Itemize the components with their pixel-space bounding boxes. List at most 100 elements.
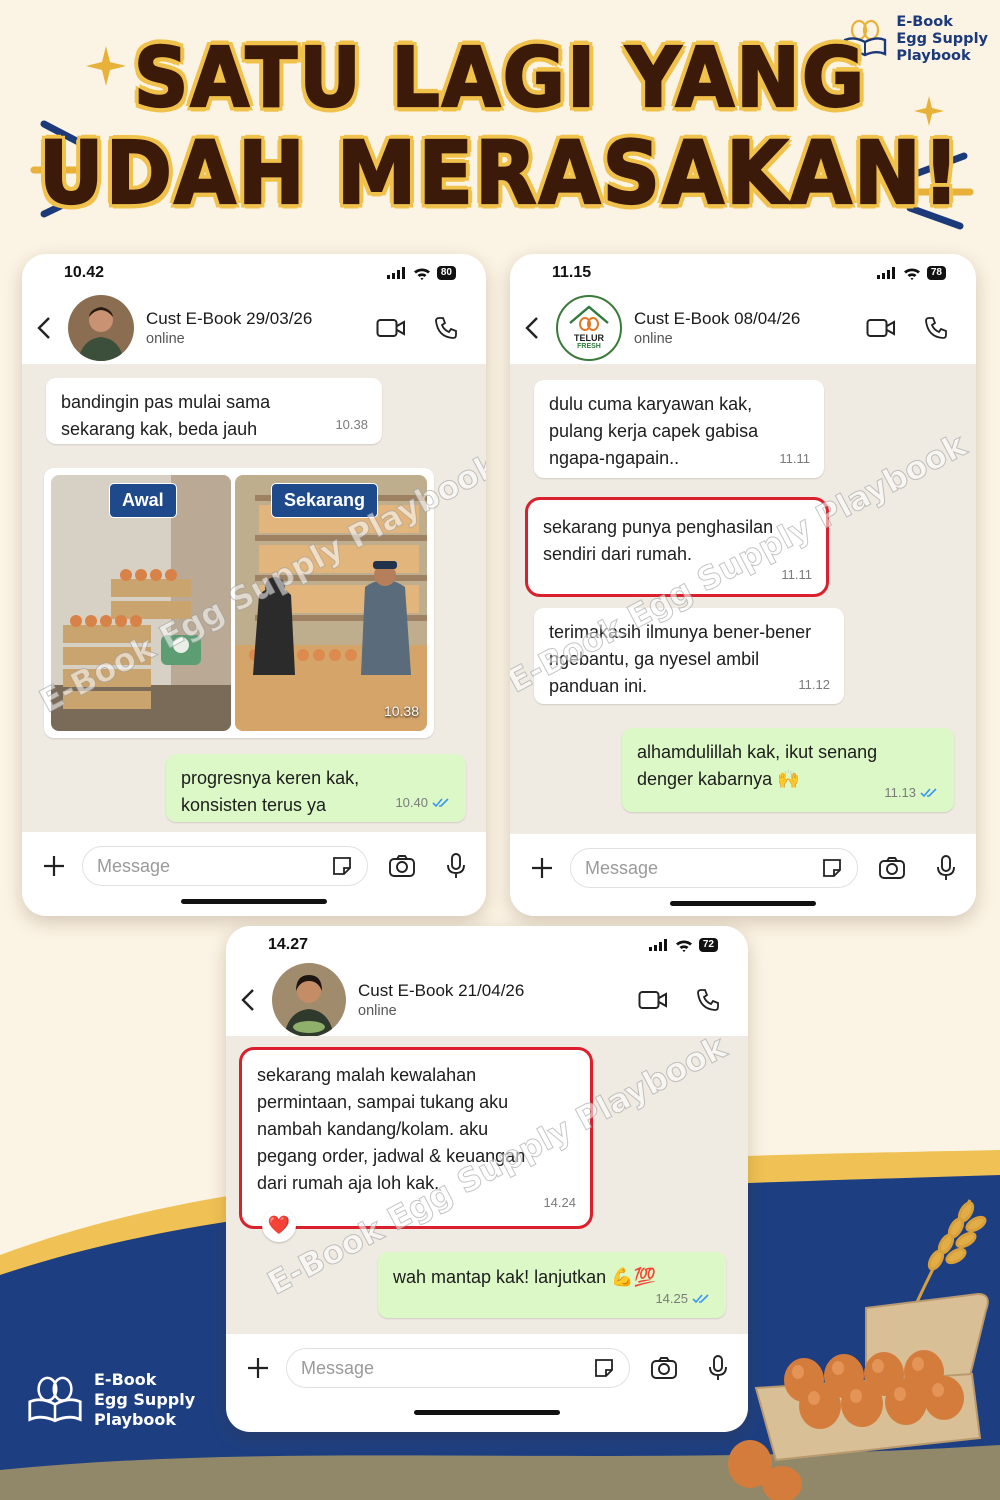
photo-before[interactable]: Awal — [51, 475, 231, 731]
message-placeholder: Message — [97, 855, 171, 876]
message-line: terimakasih ilmunya bener-bener — [549, 622, 812, 642]
back-button[interactable] — [22, 316, 66, 340]
message-input[interactable]: Message — [570, 848, 858, 888]
status-bar: 11.15 78 — [510, 254, 976, 292]
microphone-icon[interactable] — [936, 855, 956, 881]
sticker-icon[interactable] — [821, 857, 843, 879]
chat-header: Cust E-Book 29/03/26 online — [22, 292, 486, 364]
back-arrow-icon — [525, 317, 538, 339]
message-outgoing[interactable]: alhamdulillah kak, ikut senang denger ka… — [622, 728, 954, 812]
message-line: nambah kandang/kolam. aku — [257, 1119, 489, 1139]
book-egg-logo-icon — [26, 1371, 84, 1430]
read-receipt-icon — [432, 798, 449, 808]
message-line: pulang kerja capek gabisa — [549, 421, 759, 441]
phone-call-icon[interactable] — [696, 988, 720, 1012]
back-button[interactable] — [510, 316, 554, 340]
message-line: dari rumah aja loh kak. — [257, 1173, 440, 1193]
avatar[interactable] — [68, 295, 134, 361]
chat-screenshot-1: 10.42 80 Cust E-Book 29/03/26 online ban… — [22, 254, 486, 916]
message-time: 10.38 — [335, 417, 368, 432]
contact-name[interactable]: Cust E-Book 08/04/26 — [634, 309, 866, 329]
contact-status: online — [634, 331, 673, 347]
heart-reaction-icon[interactable]: ❤️ — [262, 1208, 296, 1242]
chat-area: bandingin pas mulai sama sekarang kak, b… — [22, 364, 486, 832]
contact-status: online — [146, 331, 185, 347]
read-receipt-icon — [920, 788, 937, 798]
message-incoming-highlighted[interactable]: sekarang punya penghasilan sendiri dari … — [525, 497, 829, 597]
logo-text-2: FRESH — [577, 343, 601, 350]
message-line: dulu cuma karyawan kak, — [549, 394, 753, 414]
avatar[interactable]: TELUR FRESH — [556, 295, 622, 361]
label-after: Sekarang — [271, 483, 379, 518]
camera-icon[interactable] — [388, 854, 416, 878]
brand-logo-bottom: E-Book Egg Supply Playbook — [26, 1370, 195, 1430]
sticker-icon[interactable] — [593, 1357, 615, 1379]
message-outgoing[interactable]: wah mantap kak! lanjutkan 💪💯 14.25 — [378, 1252, 726, 1318]
logo-text-1: TELUR — [574, 333, 604, 343]
sticker-icon[interactable] — [331, 855, 353, 877]
message-line: ngebantu, ga nyesel ambil — [549, 649, 760, 669]
message-outgoing[interactable]: progresnya keren kak, konsisten terus ya… — [166, 754, 466, 822]
message-line: sekarang punya penghasilan — [543, 517, 774, 537]
status-time: 14.27 — [268, 936, 309, 953]
plus-icon[interactable] — [42, 854, 66, 878]
contact-name[interactable]: Cust E-Book 29/03/26 — [146, 309, 376, 329]
video-call-icon[interactable] — [376, 318, 406, 338]
chat-area: dulu cuma karyawan kak, pulang kerja cap… — [510, 364, 976, 834]
home-indicator — [181, 899, 327, 904]
back-button[interactable] — [226, 988, 270, 1012]
video-call-icon[interactable] — [866, 318, 896, 338]
avatar[interactable] — [272, 963, 346, 1037]
chat-header: Cust E-Book 21/04/26 online — [226, 963, 748, 1037]
message-time: 14.24 — [543, 1195, 576, 1210]
message-input[interactable]: Message — [286, 1348, 630, 1388]
woman-avatar-icon — [272, 963, 346, 1037]
plus-icon[interactable] — [246, 1356, 270, 1380]
message-line: ngapa-ngapain.. — [549, 448, 680, 468]
composer: Message — [510, 834, 976, 902]
back-arrow-icon — [37, 317, 50, 339]
composer: Message — [22, 832, 486, 900]
phone-call-icon[interactable] — [434, 316, 458, 340]
signal-icon — [386, 267, 405, 279]
camera-icon[interactable] — [650, 1356, 678, 1380]
message-time: 11.11 — [781, 567, 812, 582]
message-incoming[interactable]: dulu cuma karyawan kak, pulang kerja cap… — [534, 380, 824, 478]
contact-status: online — [358, 1003, 397, 1019]
headline-line-1: SATU LAGI YANG — [133, 28, 867, 126]
message-line: sendiri dari rumah. — [543, 544, 693, 564]
message-line: permintaan, sampai tukang aku — [257, 1092, 509, 1112]
status-time: 11.15 — [552, 264, 592, 281]
headline: SATU LAGI YANG UDAH MERASAKAN! — [0, 28, 1000, 224]
message-input[interactable]: Message — [82, 846, 368, 886]
plus-icon[interactable] — [530, 856, 554, 880]
photo-after[interactable]: Sekarang 10.38 — [235, 475, 427, 731]
camera-icon[interactable] — [878, 856, 906, 880]
chat-header: TELUR FRESH Cust E-Book 08/04/26 online — [510, 292, 976, 364]
photo-message[interactable]: Awal Sekarang 10.38 — [44, 468, 434, 738]
message-line: progresnya keren kak, — [181, 768, 360, 788]
message-line: alhamdulillah kak, ikut senang — [637, 742, 878, 762]
contact-name[interactable]: Cust E-Book 21/04/26 — [358, 981, 638, 1001]
label-before: Awal — [109, 483, 177, 518]
video-call-icon[interactable] — [638, 990, 668, 1010]
man-avatar-icon — [68, 295, 134, 361]
microphone-icon[interactable] — [446, 853, 466, 879]
message-line: sekarang malah kewalahan — [257, 1065, 477, 1085]
phone-call-icon[interactable] — [924, 316, 948, 340]
brand-line-1: E-Book — [94, 1370, 157, 1389]
wifi-icon — [903, 267, 920, 280]
message-time: 11.11 — [779, 451, 810, 466]
read-receipt-icon — [692, 1294, 709, 1304]
message-placeholder: Message — [301, 1357, 375, 1378]
signal-icon — [648, 939, 667, 951]
message-time: 11.12 — [798, 677, 830, 692]
headline-line-2: UDAH MERASAKAN! — [38, 122, 962, 225]
message-incoming-highlighted[interactable]: sekarang malah kewalahan permintaan, sam… — [239, 1047, 593, 1242]
message-incoming[interactable]: bandingin pas mulai sama sekarang kak, b… — [46, 378, 382, 444]
signal-icon — [876, 267, 895, 279]
message-placeholder: Message — [585, 857, 659, 878]
chat-screenshot-2: 11.15 78 TELUR FRESH Cust E-Book 08/04/2… — [510, 254, 976, 916]
battery-level: 78 — [926, 266, 946, 280]
message-incoming[interactable]: terimakasih ilmunya bener-bener ngebantu… — [534, 608, 844, 704]
